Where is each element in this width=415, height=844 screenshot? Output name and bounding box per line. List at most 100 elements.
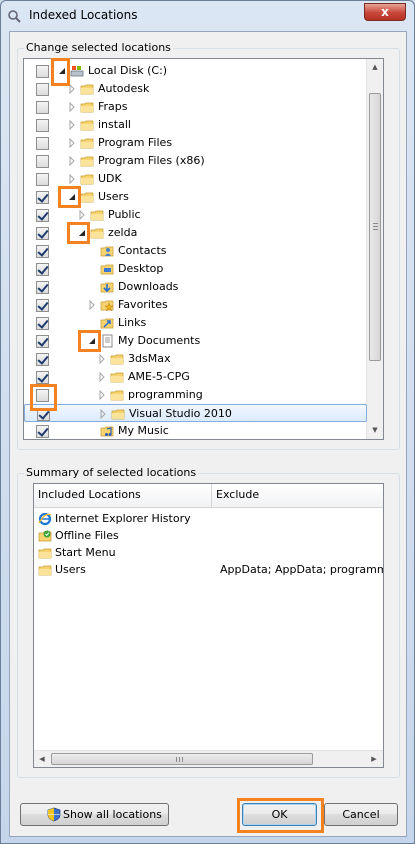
folder-icon bbox=[111, 409, 125, 420]
location-checkbox[interactable] bbox=[36, 227, 49, 240]
included-location-label: Start Menu bbox=[55, 546, 116, 559]
location-checkbox[interactable] bbox=[36, 335, 49, 348]
tree-vertical-scrollbar[interactable]: ▲ ▼ bbox=[366, 59, 383, 439]
summary-label: Summary of selected locations bbox=[24, 466, 199, 479]
contacts-icon bbox=[100, 246, 114, 257]
highlight-expander-zelda bbox=[67, 222, 90, 244]
internet-explorer-icon bbox=[38, 512, 52, 526]
indexing-icon bbox=[8, 10, 21, 23]
tree-row[interactable]: programming bbox=[24, 386, 367, 404]
scroll-down-button[interactable]: ▼ bbox=[367, 422, 383, 439]
tree-scroll-thumb[interactable] bbox=[369, 93, 381, 361]
location-checkbox[interactable] bbox=[36, 155, 49, 168]
expand-icon[interactable] bbox=[97, 372, 107, 382]
highlight-checkbox-programming bbox=[30, 384, 57, 411]
tree-row-label: Local Disk (C:) bbox=[88, 64, 168, 77]
column-header-included[interactable]: Included Locations bbox=[34, 484, 211, 508]
expand-icon[interactable] bbox=[87, 300, 97, 310]
tree-row-label: Downloads bbox=[118, 280, 179, 293]
summary-scroll-thumb[interactable] bbox=[51, 753, 313, 765]
music-icon bbox=[100, 426, 114, 437]
tree-row[interactable]: Program Files bbox=[24, 134, 367, 152]
tree-row[interactable]: Local Disk (C:) bbox=[24, 62, 367, 80]
tree-row-label: AME-5-CPG bbox=[128, 370, 190, 383]
folder-icon bbox=[80, 138, 94, 149]
locations-tree[interactable]: ▲ ▼ Local Disk (C:) Autodesk Fraps install P… bbox=[23, 58, 384, 440]
folder-icon bbox=[90, 210, 104, 221]
folder-icon bbox=[110, 372, 124, 383]
location-checkbox[interactable] bbox=[36, 299, 49, 312]
location-checkbox[interactable] bbox=[36, 317, 49, 330]
summary-row[interactable]: Offline Files bbox=[38, 528, 378, 545]
included-location-label: Users bbox=[55, 563, 86, 576]
location-checkbox[interactable] bbox=[36, 137, 49, 150]
scroll-down-icon: ▼ bbox=[372, 426, 378, 434]
expand-icon[interactable] bbox=[67, 120, 77, 130]
summary-row[interactable]: Internet Explorer History bbox=[38, 511, 378, 528]
location-checkbox[interactable] bbox=[36, 245, 49, 258]
column-header-exclude[interactable]: Exclude bbox=[212, 484, 383, 508]
tree-row-label: Public bbox=[108, 208, 141, 221]
folder-icon bbox=[80, 120, 94, 131]
folder-icon bbox=[110, 354, 124, 365]
expand-icon[interactable] bbox=[67, 174, 77, 184]
scroll-left-button[interactable]: ◀ bbox=[34, 751, 50, 767]
expand-icon[interactable] bbox=[97, 390, 107, 400]
tree-row[interactable]: Program Files (x86) bbox=[24, 152, 367, 170]
expand-icon[interactable] bbox=[67, 138, 77, 148]
location-checkbox[interactable] bbox=[36, 191, 49, 204]
title-bar[interactable]: Indexed Locations x bbox=[1, 1, 414, 31]
show-all-locations-button[interactable]: Show all locations bbox=[20, 803, 169, 826]
folder-icon bbox=[80, 174, 94, 185]
tree-row[interactable]: AME-5-CPG bbox=[24, 368, 367, 386]
location-checkbox[interactable] bbox=[36, 101, 49, 114]
summary-row[interactable]: Users AppData; AppData; programming bbox=[38, 562, 383, 579]
location-checkbox[interactable] bbox=[36, 263, 49, 276]
folder-icon bbox=[110, 390, 124, 401]
offline-files-icon bbox=[38, 530, 52, 542]
tree-row[interactable]: 3dsMax bbox=[24, 350, 367, 368]
scroll-right-button[interactable]: ▶ bbox=[366, 751, 382, 767]
tree-row[interactable]: Links bbox=[24, 314, 367, 332]
location-checkbox[interactable] bbox=[36, 83, 49, 96]
tree-row[interactable]: Downloads bbox=[24, 278, 367, 296]
tree-row[interactable]: My Documents bbox=[24, 332, 367, 350]
documents-icon bbox=[102, 334, 113, 348]
tree-row[interactable]: Fraps bbox=[24, 98, 367, 116]
tree-row[interactable]: Contacts bbox=[24, 242, 367, 260]
location-checkbox[interactable] bbox=[36, 353, 49, 366]
summary-list[interactable]: Included Locations Exclude ◀ ▶ Internet … bbox=[33, 483, 384, 768]
location-checkbox[interactable] bbox=[36, 209, 49, 222]
close-icon: x bbox=[381, 5, 389, 19]
location-checkbox[interactable] bbox=[36, 173, 49, 186]
scroll-up-button[interactable]: ▲ bbox=[367, 59, 383, 76]
expand-icon[interactable] bbox=[77, 210, 87, 220]
tree-row-label: Contacts bbox=[118, 244, 167, 257]
cancel-button[interactable]: Cancel bbox=[324, 803, 398, 826]
tree-row-label: UDK bbox=[98, 172, 122, 185]
tree-row[interactable]: install bbox=[24, 116, 367, 134]
tree-row[interactable]: Favorites bbox=[24, 296, 367, 314]
summary-row[interactable]: Start Menu bbox=[38, 545, 378, 562]
location-checkbox[interactable] bbox=[36, 281, 49, 294]
tree-row[interactable]: My Music bbox=[24, 422, 367, 439]
location-checkbox[interactable] bbox=[36, 65, 49, 78]
highlight-expander-my-documents bbox=[78, 330, 101, 352]
tree-row[interactable]: Autodesk bbox=[24, 80, 367, 98]
summary-horizontal-scrollbar[interactable]: ◀ ▶ bbox=[34, 750, 383, 767]
folder-icon bbox=[90, 228, 104, 239]
expand-icon[interactable] bbox=[98, 409, 108, 419]
location-checkbox[interactable] bbox=[36, 371, 49, 384]
location-checkbox[interactable] bbox=[36, 425, 49, 438]
tree-row[interactable]: Visual Studio 2010 bbox=[24, 404, 367, 422]
change-locations-label: Change selected locations bbox=[24, 41, 173, 54]
close-button[interactable]: x bbox=[364, 3, 406, 21]
expand-icon[interactable] bbox=[97, 354, 107, 364]
folder-icon bbox=[80, 102, 94, 113]
location-checkbox[interactable] bbox=[36, 119, 49, 132]
included-location-label: Internet Explorer History bbox=[55, 512, 191, 525]
expand-icon[interactable] bbox=[67, 102, 77, 112]
expand-icon[interactable] bbox=[67, 156, 77, 166]
tree-row[interactable]: Desktop bbox=[24, 260, 367, 278]
tree-row-label: Desktop bbox=[118, 262, 164, 275]
